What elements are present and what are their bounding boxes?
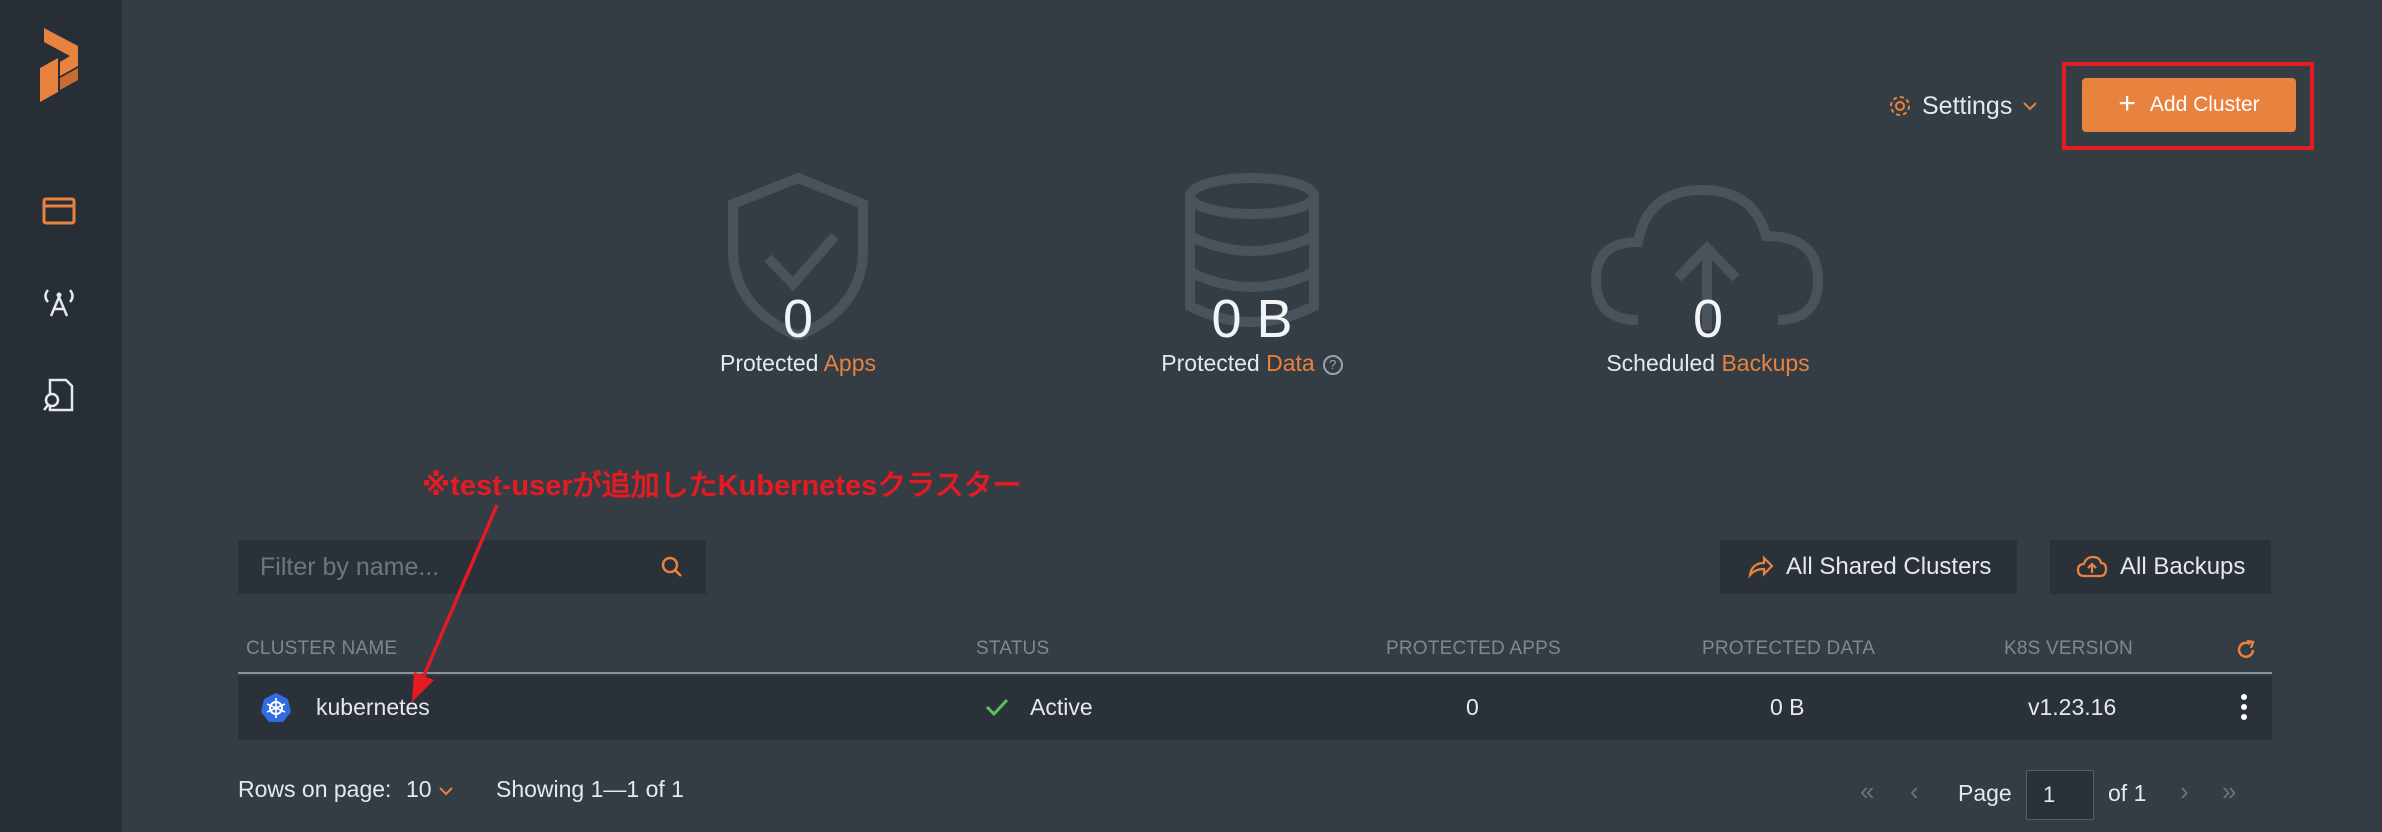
next-page-icon[interactable]: › — [2180, 776, 2189, 807]
browser-window-icon[interactable] — [38, 190, 80, 232]
column-header-k8s-version[interactable]: K8S VERSION — [2004, 638, 2133, 660]
table-row[interactable]: kubernetes Active 0 0 B v1.23.16 — [238, 676, 2272, 740]
filter-input[interactable] — [260, 552, 660, 582]
column-header-cluster-name[interactable]: CLUSTER NAME — [246, 638, 397, 660]
stat-scheduled-backups: 0 Scheduled Backups — [1558, 170, 1858, 376]
protected-apps-value: 0 — [1466, 694, 1479, 720]
gear-icon — [1890, 96, 1910, 116]
kubernetes-icon — [261, 693, 291, 722]
column-header-protected-data[interactable]: PROTECTED DATA — [1702, 638, 1875, 660]
page-number-input[interactable] — [2026, 770, 2094, 820]
stat-label: Scheduled Backups — [1606, 350, 1810, 376]
stat-label: Protected Apps — [719, 350, 876, 376]
column-header-protected-apps[interactable]: PROTECTED APPS — [1386, 638, 1561, 660]
protected-data-value: 0 B — [1770, 694, 1805, 720]
check-icon — [985, 698, 1009, 717]
rows-per-page-select[interactable]: 10 — [406, 776, 454, 803]
column-header-status[interactable]: STATUS — [976, 638, 1049, 660]
file-search-icon[interactable] — [38, 374, 80, 416]
page-total-label: of 1 — [2108, 780, 2147, 806]
annotation-text: ※test-userが追加したKubernetesクラスター — [422, 470, 1022, 502]
refresh-icon[interactable] — [2234, 638, 2258, 662]
sidebar — [0, 0, 122, 832]
all-shared-clusters-button[interactable]: All Shared Clusters — [1720, 540, 2018, 594]
first-page-icon[interactable]: « — [1860, 776, 1874, 807]
stat-value: 0 — [782, 289, 814, 349]
all-backups-button[interactable]: All Backups — [2050, 540, 2272, 594]
chevron-down-icon — [439, 787, 453, 796]
more-vertical-icon[interactable] — [2236, 692, 2252, 724]
settings-label: Settings — [1922, 91, 2013, 120]
broadcast-icon[interactable] — [38, 280, 80, 322]
stat-value: 0 B — [1211, 289, 1293, 349]
k8s-version-value: v1.23.16 — [2028, 694, 2117, 720]
add-cluster-label: Add Cluster — [2149, 93, 2260, 116]
share-icon — [1748, 555, 1774, 579]
main-content: Settings + Add Cluster 0 Protected Apps … — [122, 0, 2382, 832]
chevron-down-icon — [2023, 102, 2038, 111]
plus-icon: + — [2118, 86, 2136, 120]
stat-protected-data: 0 B Protected Data? — [1102, 170, 1402, 376]
portworx-logo[interactable] — [36, 28, 86, 110]
status-text: Active — [1030, 694, 1093, 720]
previous-page-icon[interactable]: ‹ — [1910, 776, 1919, 807]
cloud-upload-icon — [2076, 555, 2108, 578]
stat-label: Protected Data? — [1102, 350, 1402, 377]
cluster-name-link[interactable]: kubernetes — [316, 694, 430, 721]
settings-menu[interactable]: Settings — [1888, 86, 2038, 126]
last-page-icon[interactable]: » — [2222, 776, 2236, 807]
stat-protected-apps: 0 Protected Apps — [648, 170, 948, 376]
help-icon[interactable]: ? — [1322, 355, 1343, 375]
filter-box — [238, 540, 706, 594]
search-icon[interactable] — [660, 555, 684, 579]
shared-clusters-label: All Shared Clusters — [1786, 553, 1992, 580]
table-header: CLUSTER NAME STATUS PROTECTED APPS PROTE… — [238, 632, 2272, 674]
all-backups-label: All Backups — [2120, 553, 2246, 580]
rows-on-page-label: Rows on page: — [238, 776, 392, 802]
stat-value: 0 — [1692, 289, 1724, 349]
page-label: Page — [1958, 780, 2012, 806]
showing-range-text: Showing 1—1 of 1 — [496, 776, 684, 802]
add-cluster-button[interactable]: + Add Cluster — [2082, 78, 2296, 132]
